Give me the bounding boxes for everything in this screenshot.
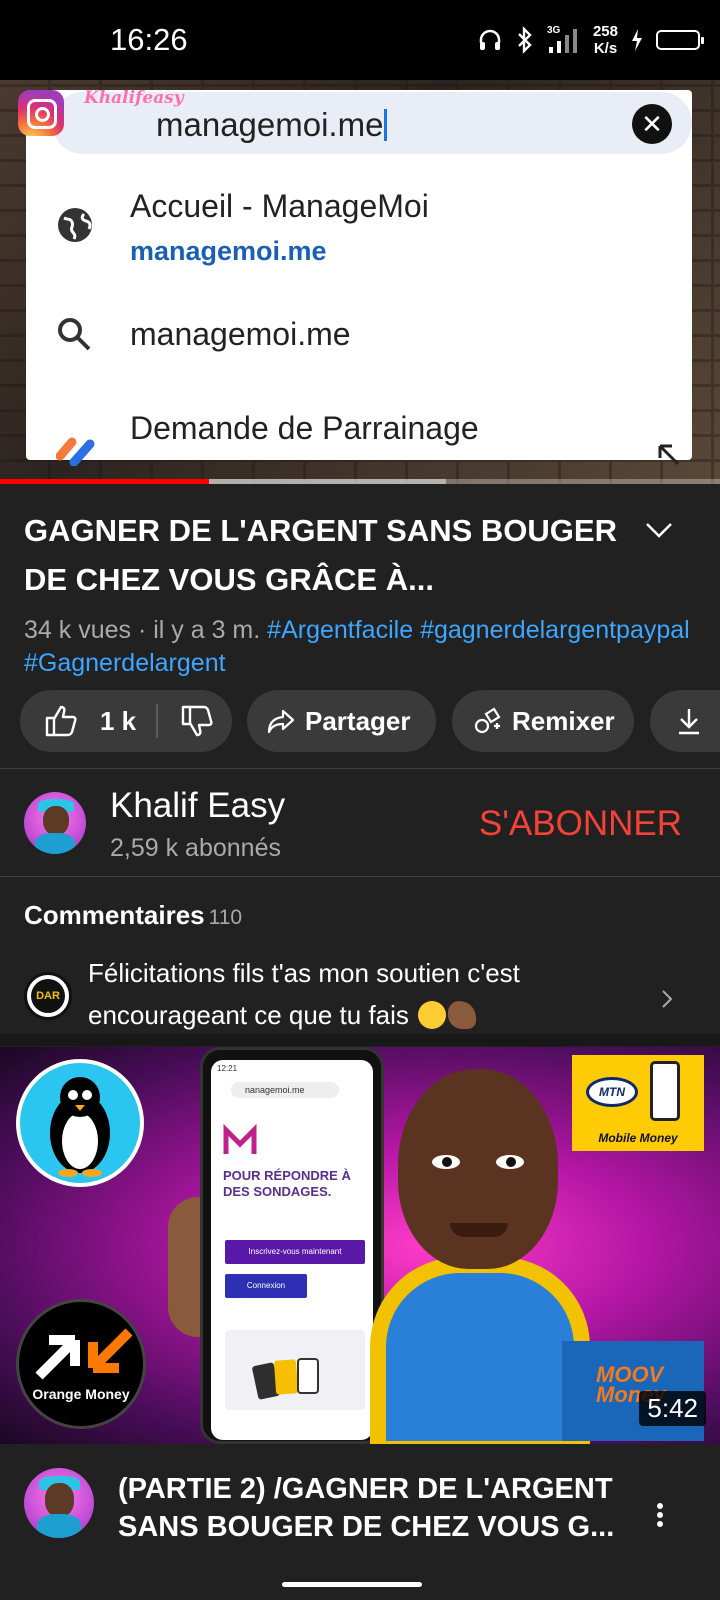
comments-header: Commentaires 110	[24, 900, 242, 931]
managemoi-logo	[223, 1123, 257, 1158]
more-options-icon[interactable]	[656, 1502, 664, 1528]
next-channel-avatar[interactable]	[24, 1468, 94, 1538]
mtn-label: MTN	[586, 1077, 638, 1107]
instagram-icon	[18, 90, 64, 136]
suggestion-url: managemoi.me	[130, 236, 327, 266]
like-icon[interactable]	[44, 704, 78, 738]
register-button: Inscrivez-vous maintenant	[225, 1240, 365, 1264]
fullscreen-icon[interactable]	[656, 442, 684, 470]
like-divider	[156, 704, 159, 738]
share-label: Partager	[305, 705, 411, 736]
comments-count: 110	[208, 906, 243, 929]
comments-title: Commentaires	[24, 900, 205, 930]
search-icon	[58, 318, 91, 351]
channel-name[interactable]: Khalif Easy	[110, 786, 285, 826]
next-video-title[interactable]: (PARTIE 2) /GAGNER DE L'ARGENT SANS BOUG…	[118, 1470, 638, 1546]
download-icon	[679, 709, 699, 735]
phone-mockup: 12:21 nanagemoi.me POUR RÉPONDRE À DES S…	[200, 1047, 384, 1444]
app-icon	[56, 437, 95, 466]
person-head	[398, 1069, 558, 1269]
subscribe-button[interactable]: S'ABONNER	[479, 804, 682, 844]
channel-avatar[interactable]	[24, 792, 86, 854]
view-count: 34 k vues	[24, 616, 132, 644]
share-icon	[267, 709, 295, 734]
phone-time: 12:21	[217, 1064, 238, 1073]
remix-icon	[474, 707, 501, 734]
orange-money-label: Orange Money	[32, 1386, 130, 1402]
text-caret	[384, 109, 388, 141]
top-comment: Félicitations fils t'as mon soutien c'es…	[88, 952, 648, 1036]
video-title[interactable]: GAGNER DE L'ARGENT SANS BOUGER DE CHEZ V…	[24, 506, 624, 604]
suggestion-title: Demande de Parrainage	[130, 410, 479, 446]
remix-label: Remixer	[512, 705, 615, 736]
penguin-logo	[16, 1059, 144, 1187]
video-meta: 34 k vues · il y a 3 m. #Argentfacile #g…	[24, 616, 690, 676]
globe-icon	[58, 208, 92, 242]
browser-screenshot: managemoi.me ✕ Accueil - ManageMoi manag…	[26, 90, 692, 466]
charging-icon	[632, 29, 642, 51]
flexed-bicep-emoji	[448, 1001, 477, 1029]
clear-icon: ✕	[632, 104, 672, 144]
video-player[interactable]: managemoi.me ✕ Accueil - ManageMoi manag…	[0, 80, 720, 484]
home-indicator[interactable]	[282, 1582, 422, 1587]
commenter-avatar: DAR	[24, 972, 72, 1020]
phone-screen: 12:21 nanagemoi.me POUR RÉPONDRE À DES S…	[211, 1060, 373, 1440]
remix-button[interactable]: Remixer	[452, 690, 634, 752]
like-dislike-pill: 1 k	[20, 690, 232, 752]
status-icons: 3G 258 K/s	[477, 18, 704, 62]
heart-eyes-emoji	[418, 1001, 447, 1029]
mtn-mobile-money-logo: MTN Mobile Money	[572, 1055, 704, 1151]
status-time: 16:26	[110, 22, 188, 57]
bluetooth-icon	[518, 26, 532, 54]
chevron-down-icon[interactable]	[644, 520, 674, 540]
url-value: managemoi.me	[156, 106, 384, 143]
login-button: Connexion	[225, 1274, 307, 1298]
action-bar: 1 k Partager Remixer	[20, 690, 720, 752]
world-map-image	[225, 1330, 365, 1410]
phone-url: nanagemoi.me	[231, 1082, 339, 1098]
commenter-badge: DAR	[31, 979, 65, 1013]
progress-played	[0, 479, 209, 484]
channel-watermark: Khalifeasy	[84, 88, 184, 108]
person-shirt	[370, 1257, 590, 1444]
subscriber-count: 2,59 k abonnés	[110, 834, 281, 862]
progress-bar[interactable]	[0, 479, 720, 484]
share-button[interactable]: Partager	[247, 690, 436, 752]
network-speed-value: 258	[592, 23, 618, 40]
battery-icon	[656, 30, 704, 50]
status-bar: 16:26 3G 258 K/s	[0, 0, 720, 80]
next-video-thumbnail[interactable]: Orange Money 12:21 nanagemoi.me POUR RÉP…	[0, 1047, 720, 1444]
orange-money-logo: Orange Money	[16, 1299, 146, 1429]
network-speed: 258 K/s	[593, 23, 618, 57]
signal-icon: 3G	[547, 25, 581, 55]
divider	[0, 876, 720, 877]
divider	[0, 768, 720, 769]
hashtag-link[interactable]: #gagnerdelargentpaypal	[420, 616, 690, 644]
mobile-money-label: Mobile Money	[598, 1131, 678, 1145]
video-duration: 5:42	[639, 1391, 706, 1426]
headphones-icon	[479, 29, 501, 50]
chevron-right-icon[interactable]	[660, 988, 674, 1010]
orange-money-arrows-icon	[35, 1328, 133, 1380]
dislike-icon[interactable]	[180, 704, 214, 738]
like-count[interactable]: 1 k	[100, 706, 136, 737]
suggestion-title: Accueil - ManageMoi	[130, 188, 429, 224]
url-text: managemoi.me	[156, 106, 388, 144]
hashtag-link[interactable]: #Gagnerdelargent	[24, 649, 226, 676]
network-speed-unit: K/s	[593, 40, 618, 57]
download-button[interactable]	[650, 690, 720, 752]
suggestion-title: managemoi.me	[130, 316, 351, 352]
phone-heading: POUR RÉPONDRE À DES SONDAGES.	[223, 1168, 351, 1199]
section-separator	[0, 1034, 720, 1046]
upload-age: il y a 3 m.	[153, 616, 261, 644]
phone-icon	[650, 1061, 680, 1121]
hashtag-link[interactable]: #Argentfacile	[267, 616, 413, 644]
penguin-icon	[50, 1077, 110, 1177]
